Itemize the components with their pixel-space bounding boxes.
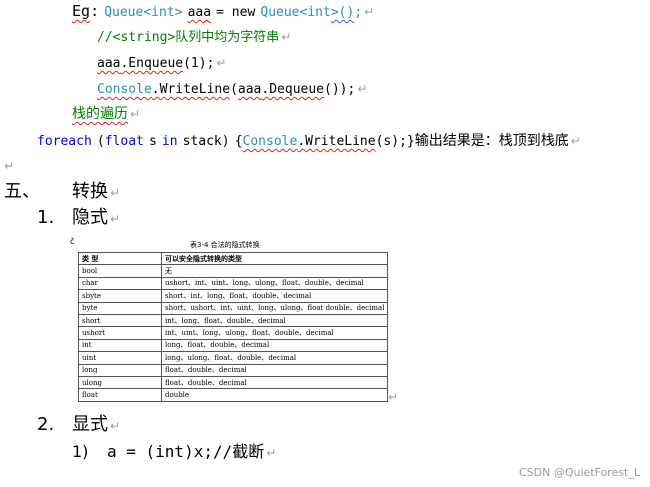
writeline-close: ()); [324,82,356,97]
code-line-foreach: foreach (float s in stack) {Console.Writ… [37,130,581,152]
kw-float: float [104,134,144,149]
paragraph-mark: ↵ [281,30,292,44]
implicit-conversion-table: 类 型 可以安全隐式转换的类型 bool 无 char ushort、int、uin… [78,251,389,402]
foreach-collection: stack) [182,134,230,149]
foreach-var: s [148,134,157,149]
table-cell: sbyte [78,289,162,303]
paragraph-mark: ↵ [130,107,141,121]
comment-text: //<string>队列中均为字符串 [97,30,280,45]
table-cell: 无 [160,264,389,278]
table-cell: short [78,313,162,328]
section-five-num: 五、 [4,181,40,202]
enqueue-obj: aaa.Enqueue [97,56,184,71]
paragraph-mark: ↵ [216,56,227,70]
table-end-mark: ↵ [388,390,399,404]
writeline-method: .WriteLine [297,134,376,149]
table-cell: ushort [78,326,162,340]
table-cell: int [78,338,162,353]
foreach-note: 输出结果是：栈顶到栈底 [414,133,569,149]
table-row: uint long、ulong、float、double、decimal [78,351,389,365]
subsection-two-num: 2. [37,414,55,435]
table-row: float double [78,388,389,402]
console-class: Console [97,82,152,97]
subsection-one-title: 隐式 ↵ [72,207,121,228]
table-cell: float、double、decimal [160,375,389,390]
table-header-cell: 类 型 [78,251,162,266]
queue-type-2: Queue<int>(); [260,5,363,20]
watermark: CSDN @QuietForest_L [518,466,640,479]
table-row: long float、double、decimal [78,363,389,377]
table-cell: float [78,388,162,402]
kw-in: in [161,134,178,149]
eg-label: Eg: [72,2,100,20]
table-cell: float、double、decimal [160,363,389,377]
subsection-one-num: 1. [37,207,55,228]
table-row: byte short、ushort、int、uint、long、ulong、flo… [78,301,389,315]
paragraph-mark: ↵ [357,82,368,96]
explicit-example-num: 1) [72,442,89,461]
paragraph-mark: ↵ [570,134,581,148]
table-cell: long、ulong、float、double、decimal [160,351,389,365]
section-five-title: 转换 ↵ [72,181,121,202]
kw-foreach: foreach [37,134,92,149]
table-row: sbyte short、int、long、float、double、decimal [78,289,389,303]
table-header-cell: 可以安全隐式转换的类型 [160,251,389,266]
table-row: int long、float、double、decimal [78,338,389,353]
enqueue-args: (1); [183,56,215,71]
table-caption: 表3-4 合法的隐式转换 [190,241,260,249]
table-cell: int、uint、long、ulong、float、double、decimal [160,326,389,340]
subsection-two-title: 显式 ↵ [72,414,121,435]
table-row: ulong float、double、decimal [78,375,389,390]
table-cell: short、int、long、float、double、decimal [160,289,389,303]
table-row: ushort int、uint、long、ulong、float、double、d… [78,326,389,340]
paragraph-mark: ↵ [110,186,121,200]
paragraph-mark: ↵ [266,446,277,460]
foreach-rest: (s);} [375,134,415,149]
stack-traverse-label: 栈的遍历 ↵ [72,106,141,122]
table-row: short int、long、float、double、decimal [78,313,389,328]
foreach-brace: { [234,134,243,149]
paragraph-mark: ↵ [364,5,375,19]
empty-line: ↵ [4,159,15,173]
table-cell: bool [78,264,162,278]
console-class: Console [242,134,298,149]
code-line-writeline: Console.WriteLine(aaa.Dequeue()); ↵ [97,78,367,100]
table-cell: byte [78,301,162,315]
table-header-row: 类 型 可以安全隐式转换的类型 [78,251,389,266]
foreach-open: ( [96,134,105,149]
table-row: bool 无 [78,264,389,278]
table-cell: char [78,276,162,291]
table-cell: int、long、float、double、decimal [160,313,389,328]
paragraph-mark: ↵ [110,212,121,226]
code-line-eg: Eg: Queue<int> aaa = new Queue<int>(); ↵ [72,1,374,23]
code-line-comment: //<string>队列中均为字符串 ↵ [97,26,291,48]
code-line-enqueue: aaa.Enqueue(1); ↵ [97,52,226,74]
table-cell: short、ushort、int、uint、long、ulong、float d… [160,301,389,315]
table-cell: double [160,388,389,402]
section-five: 五、 [4,181,40,203]
table-anchor-mark: č [70,237,75,246]
table-cell: ushort、int、uint、long、ulong、float、double、… [160,276,389,291]
queue-type: Queue<int> [104,5,183,20]
writeline-open: ( [230,82,238,97]
queue-var: aaa [187,5,212,20]
queue-new: = new [216,5,256,20]
writeline-obj: aaa.Dequeue [237,82,325,97]
table-row: char ushort、int、uint、long、ulong、float、dou… [78,276,389,291]
table-cell: long [78,363,162,377]
explicit-example-code: a = (int)x;//截断 ↵ [107,442,277,461]
table-cell: ulong [78,375,162,390]
paragraph-mark: ↵ [110,419,121,433]
writeline-method: .WriteLine [151,82,231,97]
table-cell: uint [78,351,162,365]
table-cell: long、float、double、decimal [160,338,389,353]
